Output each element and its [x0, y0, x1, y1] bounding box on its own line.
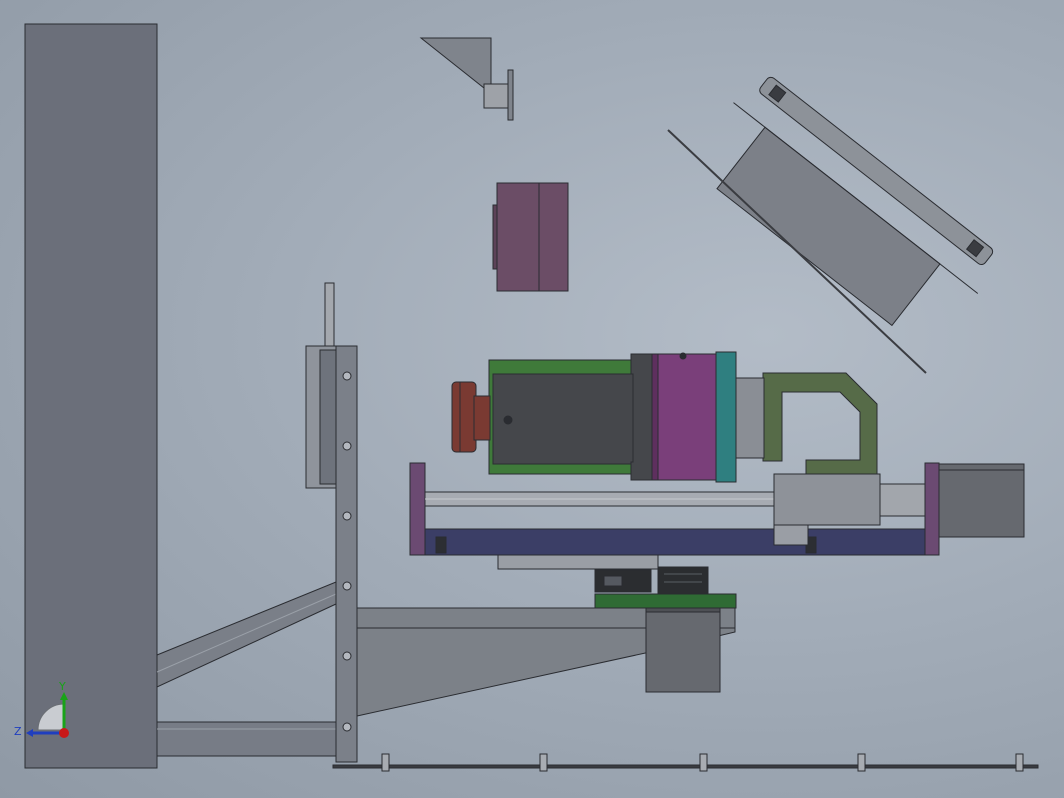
pcb-board: [594, 593, 737, 609]
y-axis-label: Y: [58, 680, 66, 693]
base-end-left: [409, 462, 426, 556]
carriage-block: [773, 473, 881, 526]
base-spacer: [497, 554, 659, 570]
base-plate: [411, 528, 939, 556]
lower-stepper-motor: [645, 605, 721, 693]
z-axis-label: Z: [14, 725, 22, 738]
cad-viewport[interactable]: Y Z: [0, 0, 1064, 798]
funnel: [419, 37, 514, 121]
spindle-motor-body: [492, 373, 634, 465]
base-end-right: [924, 462, 940, 556]
right-stepper-motor: [938, 463, 1025, 538]
c-bracket: [762, 372, 878, 475]
purple-block: [492, 182, 569, 292]
flange-disk: [305, 282, 337, 489]
pcb-connector: [594, 566, 709, 595]
bracket-plate: [335, 345, 358, 763]
ground-rail: [332, 764, 1039, 769]
diagonal-strut: [156, 581, 337, 688]
assembly-model[interactable]: Y Z: [0, 0, 1064, 798]
lower-rail: [156, 721, 338, 757]
vertical-column: [24, 23, 158, 769]
x-axis-dot: [59, 728, 69, 738]
red-knob: [451, 381, 491, 453]
coupler: [651, 353, 717, 481]
